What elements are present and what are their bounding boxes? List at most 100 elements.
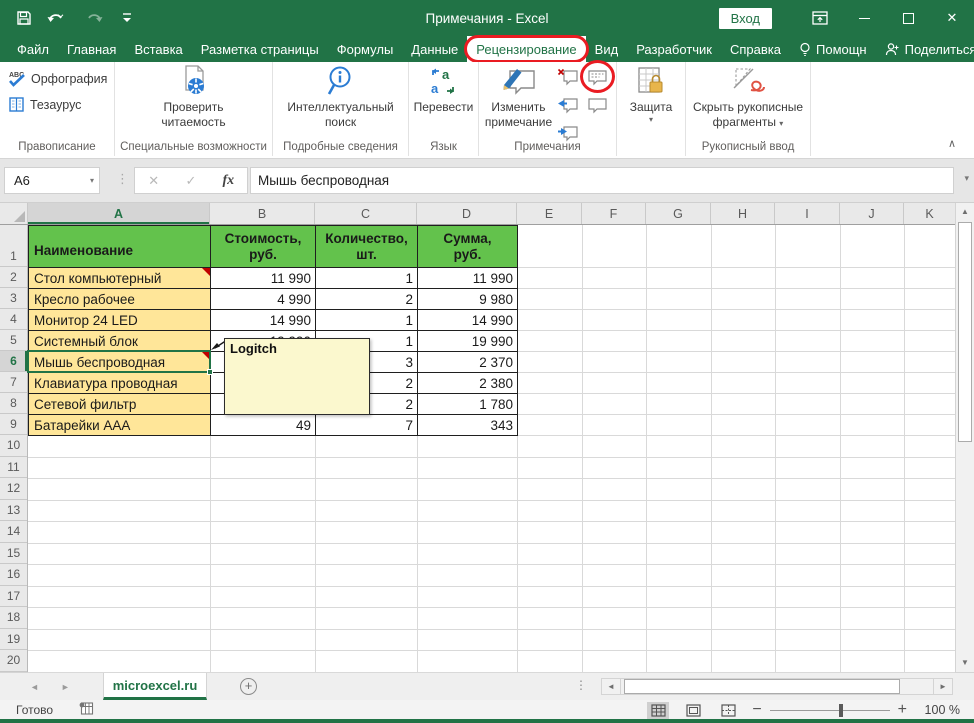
col-header-g[interactable]: G (646, 203, 711, 224)
scroll-right-icon[interactable]: ► (933, 678, 953, 695)
cell-a8[interactable]: Сетевой фильтр (29, 394, 211, 415)
row-header-15[interactable]: 15 (0, 543, 27, 565)
prev-sheet-icon[interactable]: ◄ (30, 682, 39, 692)
col-header-e[interactable]: E (517, 203, 582, 224)
row-header-4[interactable]: 4 (0, 309, 27, 330)
scroll-left-icon[interactable]: ◄ (601, 678, 621, 695)
tab-data[interactable]: Данные (402, 36, 467, 62)
page-layout-view-icon[interactable] (682, 702, 704, 719)
col-header-d[interactable]: D (417, 203, 517, 224)
tab-view[interactable]: Вид (586, 36, 628, 62)
row-header-13[interactable]: 13 (0, 500, 27, 522)
table-row-2[interactable]: Стол компьютерный 11 990 1 11 990 (29, 268, 518, 289)
next-sheet-icon[interactable]: ► (61, 682, 70, 692)
cell-a4[interactable]: Монитор 24 LED (29, 310, 211, 331)
cell-a3[interactable]: Кресло рабочее (29, 289, 211, 310)
sheetbar-resize-handle[interactable]: ⋮ (575, 678, 587, 692)
cell-a9[interactable]: Батарейки AAA (29, 415, 211, 436)
scroll-up-icon[interactable]: ▲ (956, 207, 974, 216)
row-header-18[interactable]: 18 (0, 607, 27, 629)
row-header-3[interactable]: 3 (0, 288, 27, 309)
tab-formulas[interactable]: Формулы (328, 36, 403, 62)
row-header-20[interactable]: 20 (0, 650, 27, 672)
cell-a7[interactable]: Клавиатура проводная (29, 373, 211, 394)
show-all-comments-button[interactable] (585, 92, 610, 117)
zoom-level[interactable]: 100 % (920, 703, 960, 717)
column-headers[interactable]: A B C D E F G H I J K (0, 203, 955, 225)
row-header-2[interactable]: 2 (0, 267, 27, 288)
row-header-10[interactable]: 10 (0, 435, 27, 457)
scroll-down-icon[interactable]: ▼ (956, 658, 974, 667)
tab-file[interactable]: Файл (8, 36, 58, 62)
tab-assistant[interactable]: Помощн (790, 36, 876, 62)
vertical-scrollbar[interactable]: ▲ ▼ (955, 203, 974, 672)
row-header-9[interactable]: 9 (0, 414, 27, 435)
col-header-h[interactable]: H (711, 203, 775, 224)
col-header-i[interactable]: I (775, 203, 840, 224)
cell-b3[interactable]: 4 990 (211, 289, 316, 310)
check-accessibility-button[interactable]: Проверить читаемость (115, 65, 272, 129)
spreadsheet-grid[interactable]: A B C D E F G H I J K 1 2 3 4 5 6 7 8 9 … (0, 203, 974, 672)
cell-a2[interactable]: Стол компьютерный (29, 268, 211, 289)
cell-b1[interactable]: Стоимость,руб. (211, 226, 316, 268)
page-break-view-icon[interactable] (717, 702, 739, 719)
cell-d8[interactable]: 1 780 (418, 394, 518, 415)
save-icon[interactable] (16, 10, 32, 26)
row-header-7[interactable]: 7 (0, 372, 27, 393)
macro-record-icon[interactable] (79, 702, 94, 718)
row-headers[interactable]: 1 2 3 4 5 6 7 8 9 10 11 12 13 14 15 16 1… (0, 225, 28, 672)
thesaurus-button[interactable]: Тезаурус (8, 96, 81, 113)
vertical-scroll-thumb[interactable] (958, 222, 972, 442)
tab-developer[interactable]: Разработчик (627, 36, 721, 62)
collapse-ribbon-icon[interactable]: ∧ (948, 137, 956, 150)
row-header-17[interactable]: 17 (0, 586, 27, 608)
cell-a6-selected[interactable]: Мышь беспроводная (29, 352, 211, 373)
horizontal-scrollbar[interactable]: ◄ ► (601, 678, 953, 695)
cell-c9[interactable]: 7 (316, 415, 418, 436)
cell-d2[interactable]: 11 990 (418, 268, 518, 289)
row-header-19[interactable]: 19 (0, 629, 27, 651)
col-header-c[interactable]: C (315, 203, 417, 224)
col-header-f[interactable]: F (582, 203, 646, 224)
cell-d4[interactable]: 14 990 (418, 310, 518, 331)
cell-c1[interactable]: Количество,шт. (316, 226, 418, 268)
cell-a5[interactable]: Системный блок (29, 331, 211, 352)
close-button[interactable]: ✕ (930, 0, 974, 36)
cell-d6[interactable]: 2 370 (418, 352, 518, 373)
edit-comment-button[interactable]: Изменить примечание (481, 65, 556, 129)
row-header-11[interactable]: 11 (0, 457, 27, 479)
zoom-in-icon[interactable]: + (898, 701, 907, 719)
cancel-icon[interactable]: ✕ (135, 173, 172, 189)
minimize-button[interactable] (842, 0, 886, 36)
cell-c4[interactable]: 1 (316, 310, 418, 331)
tab-help[interactable]: Справка (721, 36, 790, 62)
cell-d7[interactable]: 2 380 (418, 373, 518, 394)
horizontal-scroll-track[interactable] (621, 678, 933, 695)
ribbon-display-options-icon[interactable] (798, 0, 842, 36)
enter-icon[interactable]: ✓ (172, 173, 209, 189)
redo-icon[interactable] (84, 10, 108, 26)
sign-in-button[interactable]: Вход (719, 8, 772, 29)
maximize-button[interactable] (886, 0, 930, 36)
table-header-row[interactable]: Наименование Стоимость,руб. Количество,ш… (29, 226, 518, 268)
name-box-dropdown-icon[interactable]: ▾ (90, 176, 94, 185)
table-row-3[interactable]: Кресло рабочее 4 990 2 9 980 (29, 289, 518, 310)
row-header-16[interactable]: 16 (0, 564, 27, 586)
tab-insert[interactable]: Вставка (125, 36, 191, 62)
tab-share[interactable]: Поделиться (876, 36, 974, 62)
row-header-8[interactable]: 8 (0, 393, 27, 414)
previous-comment-button[interactable] (555, 92, 580, 117)
row-header-1[interactable]: 1 (0, 225, 27, 267)
delete-comment-button[interactable] (555, 64, 580, 89)
cell-c2[interactable]: 1 (316, 268, 418, 289)
add-sheet-button[interactable]: + (240, 678, 257, 695)
customize-toolbar-icon[interactable] (122, 12, 132, 24)
sheet-tab-active[interactable]: microexcel.ru (103, 673, 207, 700)
name-box[interactable]: A6 ▾ (4, 167, 100, 194)
cell-b4[interactable]: 14 990 (211, 310, 316, 331)
col-header-a[interactable]: A (28, 203, 210, 224)
cell-d1[interactable]: Сумма,руб. (418, 226, 518, 268)
normal-view-icon[interactable] (647, 702, 669, 719)
row-header-6[interactable]: 6 (0, 351, 27, 372)
cell-a1[interactable]: Наименование (29, 226, 211, 268)
